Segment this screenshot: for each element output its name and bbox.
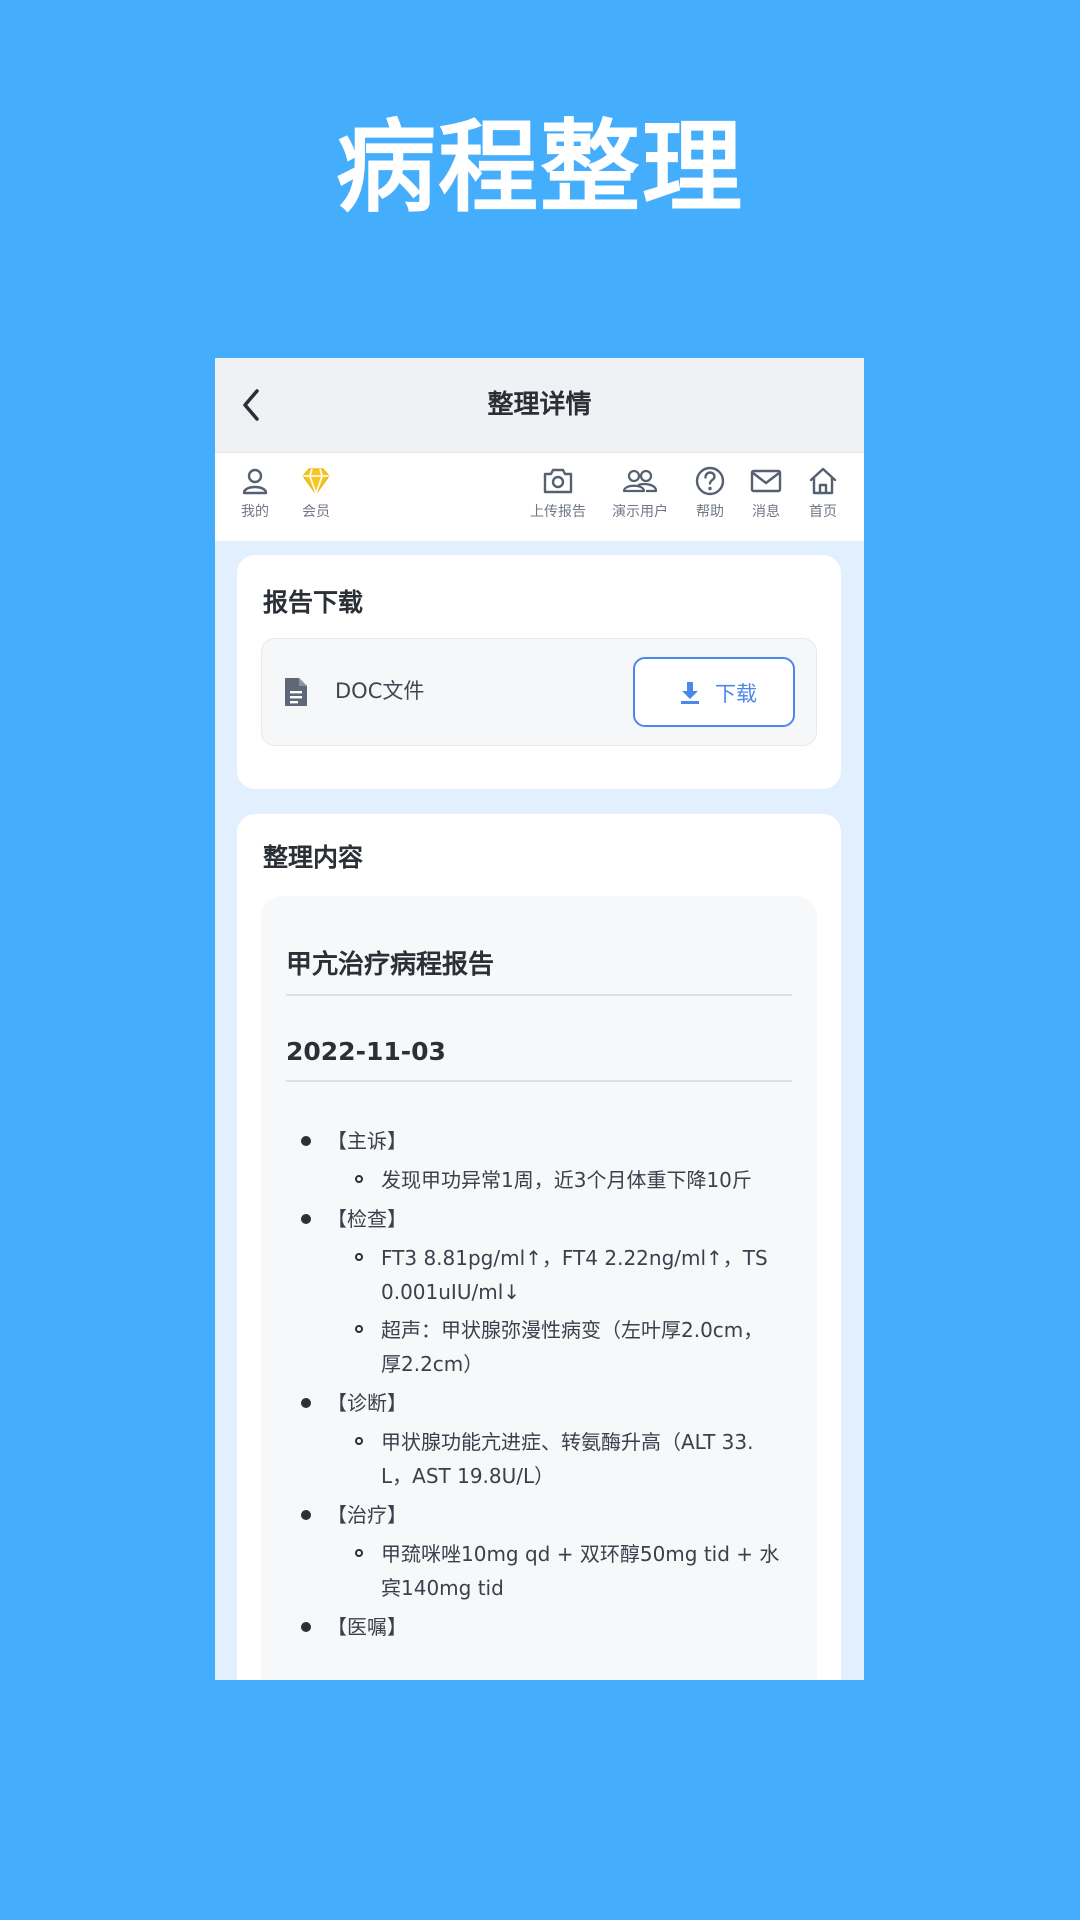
section-heading: 【治疗】 (301, 1497, 817, 1537)
bullet-ring (355, 1549, 363, 1557)
toolbar-label: 帮助 (696, 504, 724, 520)
report-date: 2022-11-03 (286, 1037, 446, 1066)
toolbar-item-help[interactable]: 帮助 (694, 465, 726, 521)
bullet-ring (355, 1437, 363, 1445)
bullet-dot (301, 1136, 311, 1146)
page-title: 整理详情 (487, 390, 592, 420)
section-item: 发现甲功异常1周，近3个月体重下降10斤 (301, 1163, 817, 1197)
content-card: 整理内容 甲亢治疗病程报告 2022-11-03 【主诉】 发现甲功异常1周，近… (237, 814, 841, 1680)
users-icon (622, 469, 658, 493)
download-button[interactable]: 下载 (633, 657, 795, 727)
back-button[interactable] (233, 383, 273, 427)
toolbar-label: 消息 (752, 504, 780, 520)
camera-icon (543, 468, 573, 494)
toolbar-item-upload-report[interactable]: 上传报告 (530, 465, 586, 521)
section-label: 【检查】 (327, 1207, 407, 1231)
toolbar-item-vip[interactable]: 会员 (300, 465, 332, 521)
bullet-dot (301, 1510, 311, 1520)
bullet-dot (301, 1214, 311, 1224)
file-type-label: DOC文件 (335, 679, 425, 703)
report-download-card: 报告下载 DOC文件 下载 (237, 555, 841, 789)
toolbar-item-demo-user[interactable]: 演示用户 (612, 465, 668, 521)
card-title: 整理内容 (263, 843, 364, 872)
home-icon (809, 467, 837, 495)
download-icon (681, 682, 699, 704)
bullet-dot (301, 1398, 311, 1408)
section-item: 超声：甲状腺弥漫性病变（左叶厚2.0cm， 厚2.2cm） (301, 1313, 817, 1381)
user-icon (242, 468, 268, 495)
section-heading: 【医嘱】 (301, 1609, 817, 1649)
bullet-dot (301, 1622, 311, 1632)
section-item: FT3 8.81pg/ml↑，FT4 2.22ng/ml↑，TS 0.001uI… (301, 1241, 817, 1309)
item-line: 甲状腺功能亢进症、转氨酶升高（ALT 33. (381, 1430, 754, 1454)
toolbar: 我的 会员 上传报告 演示用户 帮助 消息 首页 (215, 453, 864, 541)
chevron-left-icon (243, 389, 259, 421)
item-line: 甲巯咪唑10mg qd + 双环醇50mg tid + 水 (381, 1542, 780, 1566)
mail-icon (750, 469, 782, 493)
section-label: 【治疗】 (327, 1503, 407, 1527)
promo-headline: 病程整理 (336, 109, 744, 226)
report-sections: 【主诉】 发现甲功异常1周，近3个月体重下降10斤 【检查】 FT3 8.81p… (301, 1123, 817, 1649)
document-icon (285, 678, 307, 706)
toolbar-label: 上传报告 (530, 504, 586, 520)
report-content: 甲亢治疗病程报告 2022-11-03 【主诉】 发现甲功异常1周，近3个月体重… (261, 896, 817, 1680)
toolbar-label: 演示用户 (612, 504, 668, 520)
card-title: 报告下载 (263, 588, 364, 617)
section-item: 甲巯咪唑10mg qd + 双环醇50mg tid + 水 宾140mg tid (301, 1537, 817, 1605)
item-line: 0.001uIU/ml↓ (381, 1280, 521, 1304)
bullet-ring (355, 1325, 363, 1333)
divider (286, 994, 792, 996)
item-line: 宾140mg tid (381, 1576, 504, 1600)
toolbar-label: 首页 (809, 504, 837, 520)
file-row: DOC文件 下载 (261, 638, 817, 746)
bullet-ring (355, 1175, 363, 1183)
report-title: 甲亢治疗病程报告 (286, 950, 495, 980)
section-item: 甲状腺功能亢进症、转氨酶升高（ALT 33. L，AST 19.8U/L） (301, 1425, 817, 1493)
section-label: 【诊断】 (327, 1391, 407, 1415)
toolbar-label: 会员 (302, 504, 330, 520)
section-heading: 【主诉】 (301, 1123, 817, 1163)
toolbar-item-mine[interactable]: 我的 (239, 465, 271, 521)
divider (286, 1080, 792, 1082)
section-label: 【主诉】 (327, 1129, 407, 1153)
toolbar-label: 我的 (241, 504, 269, 520)
section-label: 【医嘱】 (327, 1615, 407, 1639)
section-heading: 【检查】 (301, 1201, 817, 1241)
item-line: 厚2.2cm） (381, 1352, 484, 1376)
toolbar-item-messages[interactable]: 消息 (749, 465, 783, 521)
item-line: FT3 8.81pg/ml↑，FT4 2.22ng/ml↑，TS (381, 1246, 768, 1270)
phone-screen: 整理详情 我的 会员 上传报告 演示用户 帮助 消息 首页 报告下载 DOC文件… (215, 358, 864, 1680)
item-line: 超声：甲状腺弥漫性病变（左叶厚2.0cm， (381, 1318, 764, 1342)
section-heading: 【诊断】 (301, 1385, 817, 1425)
toolbar-item-home[interactable]: 首页 (807, 465, 839, 521)
diamond-icon (302, 468, 330, 497)
item-line: L，AST 19.8U/L） (381, 1464, 555, 1488)
nav-bar: 整理详情 (215, 358, 864, 453)
item-line: 发现甲功异常1周，近3个月体重下降10斤 (381, 1168, 752, 1192)
help-icon (695, 466, 725, 496)
bullet-ring (355, 1253, 363, 1261)
download-button-label: 下载 (715, 682, 757, 706)
